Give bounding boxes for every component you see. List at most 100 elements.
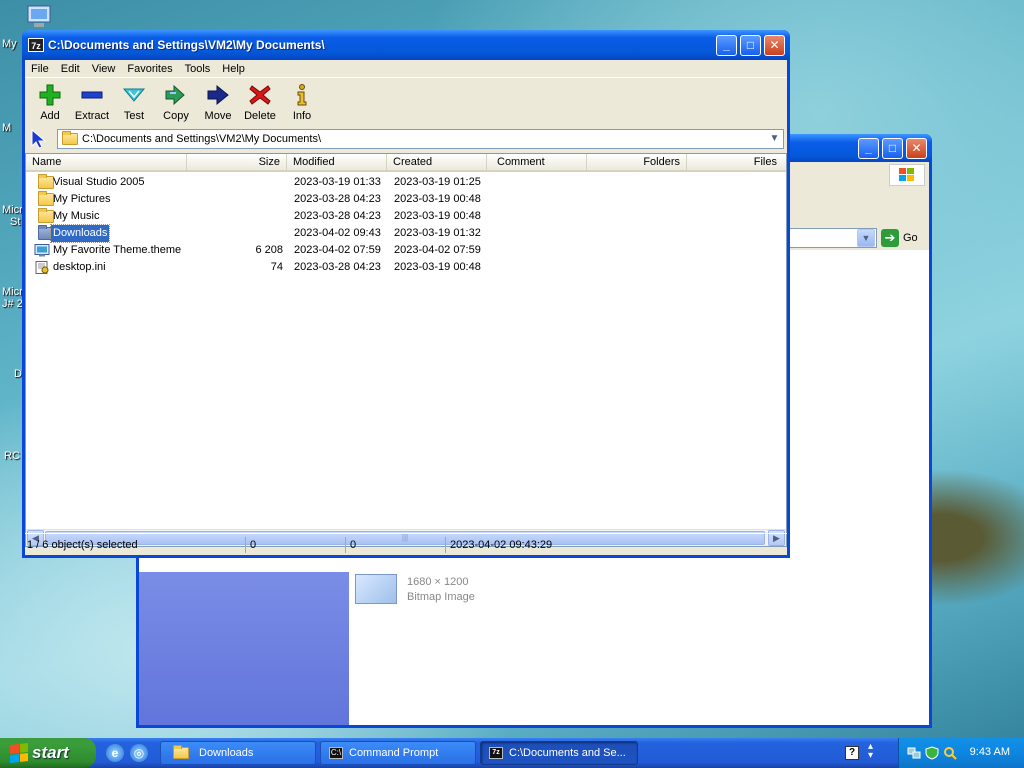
toolbar: Add Extract Test Copy Move Delete Info (25, 80, 787, 126)
windows-logo-icon (889, 164, 925, 186)
go-button[interactable]: ➔ Go (881, 228, 931, 248)
background-toolbar (789, 162, 929, 220)
cmd-icon: C:\ (329, 747, 343, 759)
list-header: Name Size Modified Created Comment Folde… (26, 154, 786, 172)
file-name: Downloads (49, 224, 111, 243)
7zip-icon: 7z (28, 38, 44, 52)
file-modified: 2023-03-28 04:23 (294, 210, 381, 222)
file-name: desktop.ini (53, 261, 106, 273)
file-created: 2023-03-19 00:48 (394, 210, 481, 222)
show-desktop-icon[interactable]: ◎ (130, 744, 148, 762)
file-created: 2023-03-19 01:25 (394, 176, 481, 188)
arrow-right-icon (207, 84, 229, 106)
test-button[interactable]: Test (113, 80, 155, 126)
column-created[interactable]: Created (387, 154, 487, 171)
close-button[interactable]: ✕ (764, 35, 785, 56)
menu-tools[interactable]: Tools (179, 60, 217, 78)
info-icon (297, 84, 307, 106)
start-button[interactable]: start (0, 738, 96, 768)
column-files[interactable]: Files (687, 154, 783, 171)
bitmap-image-icon (355, 574, 397, 604)
go-arrow-icon: ➔ (881, 229, 899, 247)
file-modified: 2023-04-02 09:43 (294, 227, 381, 239)
up-folder-icon[interactable] (29, 129, 49, 149)
language-arrows-icon[interactable]: ▴ ▾ (868, 742, 873, 761)
close-button[interactable]: ✕ (906, 138, 927, 159)
test-label: Test (123, 110, 145, 122)
list-item-selected[interactable]: Downloads 2023-04-02 09:43 2023-03-19 01… (26, 224, 786, 243)
add-button[interactable]: Add (29, 80, 71, 126)
menu-file[interactable]: File (25, 60, 55, 78)
column-name[interactable]: Name (26, 154, 187, 171)
titlebar[interactable]: 7z C:\Documents and Settings\VM2\My Docu… (22, 30, 790, 60)
maximize-button[interactable]: □ (740, 35, 761, 56)
list-item[interactable]: My Pictures 2023-03-28 04:23 2023-03-19 … (26, 191, 786, 208)
chevron-down-icon[interactable]: ▼ (857, 229, 875, 247)
taskbar-item-label: Downloads (199, 747, 254, 759)
extract-button[interactable]: Extract (71, 80, 113, 126)
theme-file-icon (34, 244, 50, 257)
taskbar-item-command-prompt[interactable]: C:\ Command Prompt (320, 741, 476, 765)
column-comment[interactable]: Comment (487, 154, 587, 171)
minimize-button[interactable]: _ (716, 35, 737, 56)
desktop-label[interactable]: RC (4, 450, 20, 462)
column-size[interactable]: Size (187, 154, 287, 171)
desktop-label[interactable]: M (2, 122, 11, 134)
chevron-down-icon[interactable]: ▼ (766, 130, 783, 148)
7zip-file-manager-window[interactable]: 7z C:\Documents and Settings\VM2\My Docu… (22, 30, 790, 558)
copy-label: Copy (163, 110, 189, 122)
list-item[interactable]: My Favorite Theme.theme 6 208 2023-04-02… (26, 242, 786, 259)
folder-icon (62, 131, 78, 145)
search-icon[interactable] (943, 746, 957, 760)
help-icon[interactable]: ? (845, 746, 859, 760)
minimize-button[interactable]: _ (858, 138, 879, 159)
desktop-label[interactable]: St (10, 216, 20, 228)
file-modified: 2023-03-28 04:23 (294, 193, 381, 205)
network-icon[interactable] (907, 746, 921, 760)
taskbar-item-downloads[interactable]: Downloads (160, 741, 316, 765)
x-icon (249, 85, 271, 105)
info-button[interactable]: Info (281, 80, 323, 126)
file-name: My Pictures (53, 193, 111, 205)
folder-icon (173, 745, 189, 759)
menu-favorites[interactable]: Favorites (121, 60, 178, 78)
taskbar-item-7zip[interactable]: 7z C:\Documents and Se... (480, 741, 638, 765)
maximize-button[interactable]: □ (882, 138, 903, 159)
file-list[interactable]: Name Size Modified Created Comment Folde… (25, 153, 787, 547)
list-item[interactable]: Visual Studio 2005 2023-03-19 01:33 2023… (26, 174, 786, 191)
file-size: 6 208 (255, 244, 283, 256)
clock[interactable]: 9:43 AM (970, 746, 1010, 758)
file-modified: 2023-03-28 04:23 (294, 261, 381, 273)
taskbar: start e ◎ Downloads C:\ Command Prompt 7… (0, 738, 1024, 768)
delete-label: Delete (244, 110, 276, 122)
my-computer-icon[interactable] (24, 4, 54, 30)
quick-launch: e ◎ (106, 744, 148, 762)
address-input[interactable]: C:\Documents and Settings\VM2\My Documen… (82, 133, 766, 145)
column-modified[interactable]: Modified (287, 154, 387, 171)
address-combobox[interactable]: C:\Documents and Settings\VM2\My Documen… (57, 129, 784, 149)
desktop-label[interactable]: D (14, 368, 22, 380)
copy-button[interactable]: Copy (155, 80, 197, 126)
menu-view[interactable]: View (86, 60, 122, 78)
desktop-label[interactable]: My (2, 38, 17, 50)
minus-icon (81, 91, 103, 99)
window-title: C:\Documents and Settings\VM2\My Documen… (48, 38, 325, 52)
start-label: start (32, 743, 69, 762)
column-folders[interactable]: Folders (587, 154, 687, 171)
background-task-pane (139, 572, 349, 725)
desktop-label[interactable]: J# 2 (2, 298, 23, 310)
taskbar-item-label: C:\Documents and Se... (509, 747, 626, 759)
file-created: 2023-03-19 01:32 (394, 227, 481, 239)
go-label: Go (903, 232, 918, 244)
internet-explorer-icon[interactable]: e (106, 744, 124, 762)
move-button[interactable]: Move (197, 80, 239, 126)
security-shield-icon[interactable] (925, 746, 939, 760)
delete-button[interactable]: Delete (239, 80, 281, 126)
list-item[interactable]: My Music 2023-03-28 04:23 2023-03-19 00:… (26, 208, 786, 225)
bitmap-file-item[interactable]: 1680 × 1200 Bitmap Image (355, 574, 475, 604)
list-item[interactable]: desktop.ini 74 2023-03-28 04:23 2023-03-… (26, 259, 786, 276)
status-bar: 1 / 6 object(s) selected 0 0 2023-04-02 … (25, 533, 787, 555)
menu-help[interactable]: Help (216, 60, 251, 78)
menu-edit[interactable]: Edit (55, 60, 86, 78)
file-name: My Favorite Theme.theme (53, 244, 182, 256)
